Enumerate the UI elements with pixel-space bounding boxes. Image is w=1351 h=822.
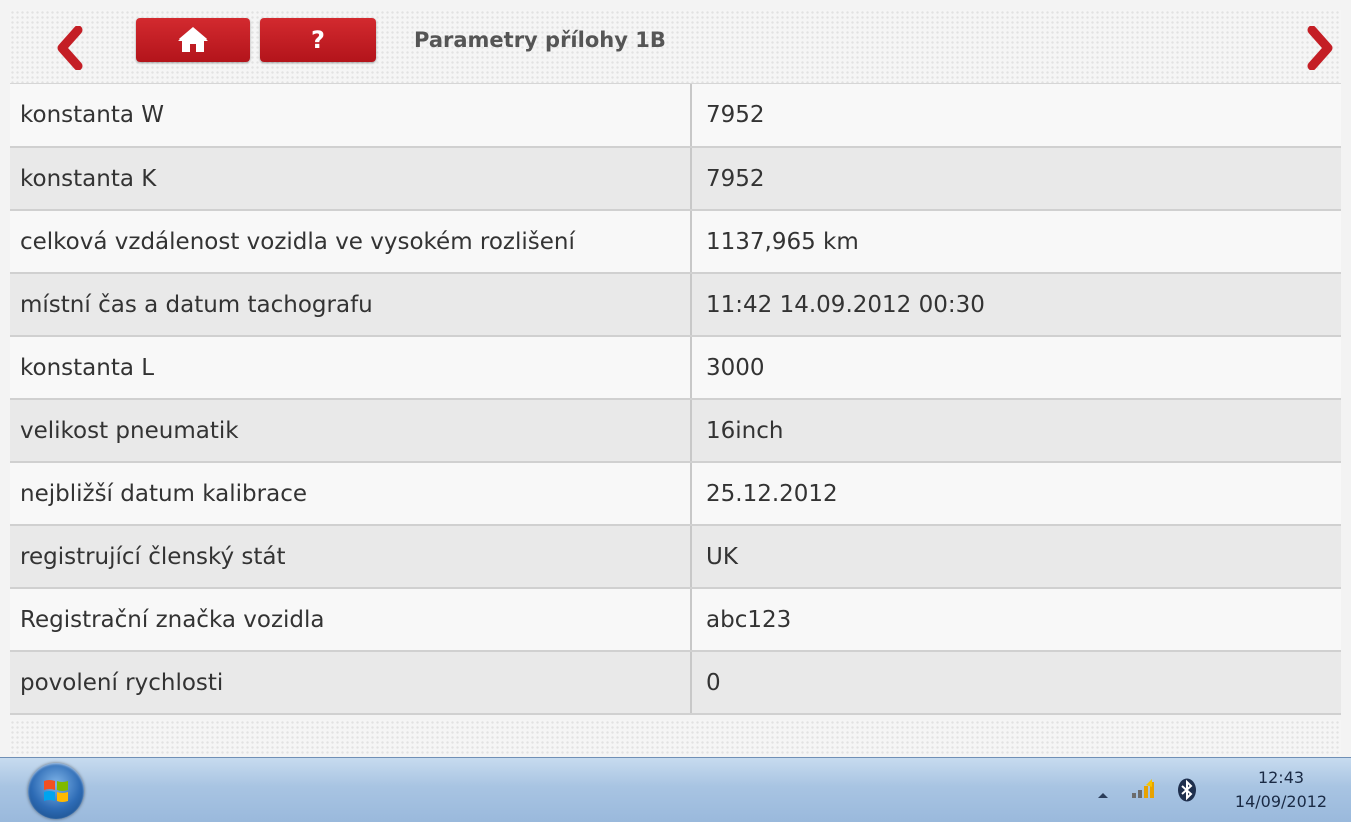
parameters-table: konstanta W 7952 konstanta K 7952 celkov…	[10, 84, 1341, 715]
parameter-value: abc123	[691, 588, 1341, 652]
help-button[interactable]: ?	[260, 18, 376, 62]
parameter-value: 7952	[691, 84, 1341, 148]
parameter-label: nejbližší datum kalibrace	[10, 462, 692, 526]
chevron-right-icon	[1307, 26, 1333, 70]
header-bar: ? Parametry přílohy 1B	[10, 10, 1341, 84]
parameter-label: povolení rychlosti	[10, 651, 692, 715]
home-icon	[178, 27, 208, 52]
parameter-label: konstanta L	[10, 336, 692, 400]
chevron-left-icon	[57, 26, 83, 70]
help-button-label: ?	[311, 26, 325, 54]
parameter-value: 1137,965 km	[691, 210, 1341, 274]
parameter-value: 25.12.2012	[691, 462, 1341, 526]
taskbar: 12:43 14/09/2012	[0, 757, 1351, 822]
forward-button[interactable]	[1300, 26, 1340, 70]
parameter-label: registrující členský stát	[10, 525, 692, 589]
clock-time: 12:43	[1257, 768, 1305, 787]
parameter-label: Registrační značka vozidla	[10, 588, 692, 652]
table-row: velikost pneumatik 16inch	[10, 399, 1341, 463]
parameter-value: 3000	[691, 336, 1341, 400]
page-title: Parametry přílohy 1B	[414, 28, 666, 52]
parameter-value: 16inch	[691, 399, 1341, 463]
table-footer-area	[10, 720, 1341, 756]
table-row: nejbližší datum kalibrace 25.12.2012	[10, 462, 1341, 526]
parameter-value: 11:42 14.09.2012 00:30	[691, 273, 1341, 337]
parameter-label: místní čas a datum tachografu	[10, 273, 692, 337]
table-row: konstanta W 7952	[10, 84, 1341, 148]
table-row: konstanta L 3000	[10, 336, 1341, 400]
signal-icon[interactable]	[1130, 779, 1158, 803]
table-row: konstanta K 7952	[10, 147, 1341, 211]
bluetooth-icon[interactable]	[1177, 778, 1197, 806]
tray-expand-icon[interactable]	[1097, 784, 1109, 803]
table-row: místní čas a datum tachografu 11:42 14.0…	[10, 273, 1341, 337]
parameter-label: konstanta W	[10, 84, 692, 148]
parameter-label: konstanta K	[10, 147, 692, 211]
home-button[interactable]	[136, 18, 250, 62]
back-button[interactable]	[50, 26, 90, 70]
system-clock[interactable]: 12:43 14/09/2012	[1222, 766, 1340, 814]
table-row: registrující členský stát UK	[10, 525, 1341, 589]
parameter-label: velikost pneumatik	[10, 399, 692, 463]
windows-start-icon	[44, 780, 68, 802]
parameter-value: 7952	[691, 147, 1341, 211]
clock-date: 14/09/2012	[1234, 792, 1328, 811]
table-row: Registrační značka vozidla abc123	[10, 588, 1341, 652]
parameter-value: 0	[691, 651, 1341, 715]
table-row: povolení rychlosti 0	[10, 651, 1341, 715]
parameter-label: celková vzdálenost vozidla ve vysokém ro…	[10, 210, 692, 274]
start-button[interactable]	[28, 763, 84, 819]
parameter-value: UK	[691, 525, 1341, 589]
table-row: celková vzdálenost vozidla ve vysokém ro…	[10, 210, 1341, 274]
